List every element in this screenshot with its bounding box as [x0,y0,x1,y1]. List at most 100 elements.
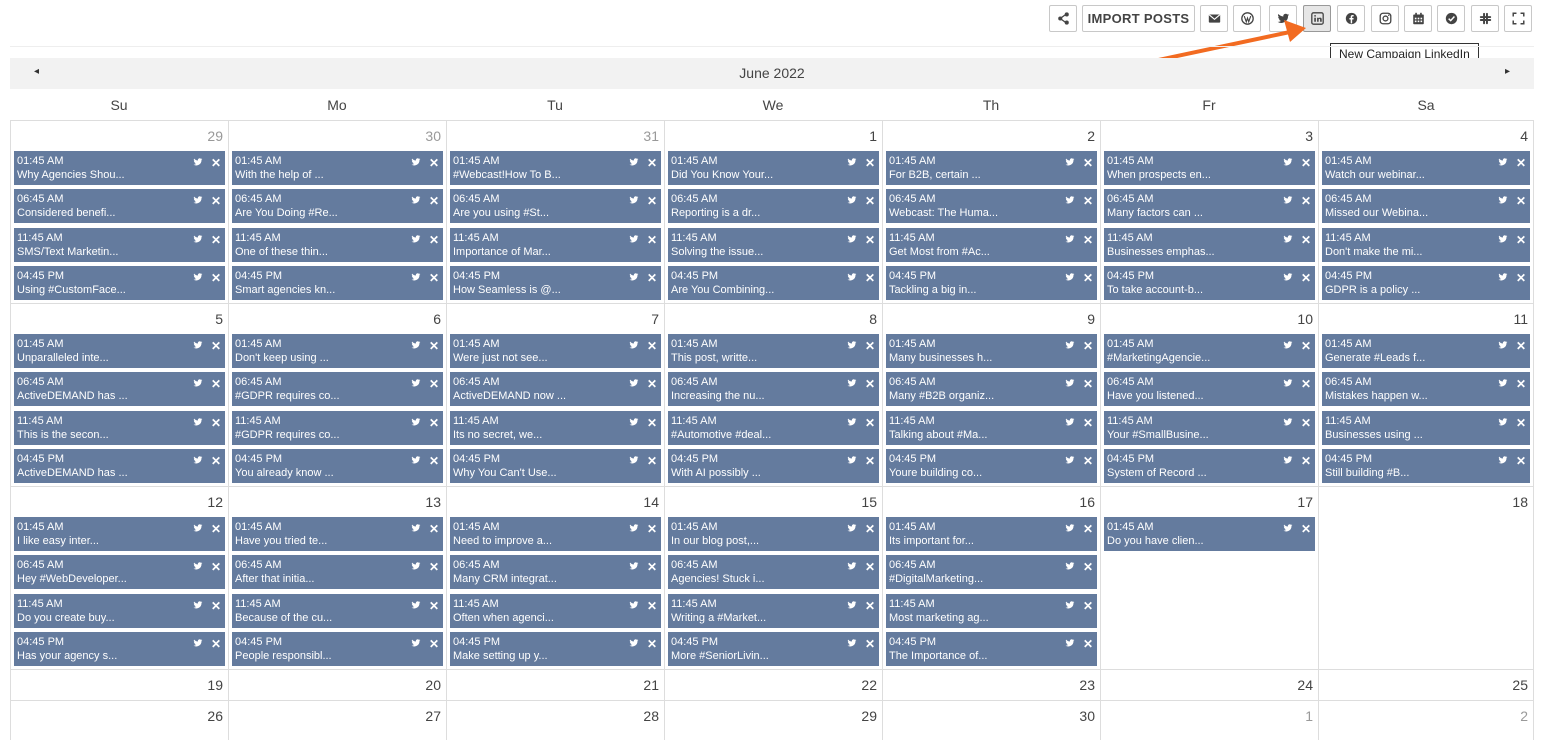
close-icon[interactable]: ✕ [211,600,221,612]
close-icon[interactable]: ✕ [1516,340,1526,352]
scheduled-post[interactable]: 04:45 PM Make setting up y... ✕ [450,631,661,666]
scheduled-post[interactable]: 04:45 PM Why You Can't Use... ✕ [450,448,661,483]
close-icon[interactable]: ✕ [1083,600,1093,612]
close-icon[interactable]: ✕ [1516,195,1526,207]
scheduled-post[interactable]: 01:45 AM Don't keep using ... ✕ [232,334,443,368]
close-icon[interactable]: ✕ [1516,455,1526,467]
scheduled-post[interactable]: 04:45 PM Has your agency s... ✕ [14,631,225,666]
scheduled-post[interactable]: 01:45 AM Need to improve a... ✕ [450,517,661,551]
day-cell[interactable]: 8 01:45 AM This post, writte... ✕ 06:45 AM In… [664,303,882,486]
day-cell[interactable]: 28 [446,700,664,740]
close-icon[interactable]: ✕ [1083,234,1093,246]
day-cell[interactable]: 23 [882,669,1100,700]
day-cell[interactable]: 20 [228,669,446,700]
scheduled-post[interactable]: 06:45 AM Agencies! Stuck i... ✕ [668,555,879,590]
scheduled-post[interactable]: 04:45 PM Tackling a big in... ✕ [886,265,1097,300]
scheduled-post[interactable]: 04:45 PM Smart agencies kn... ✕ [232,265,443,300]
close-icon[interactable]: ✕ [429,234,439,246]
scheduled-post[interactable]: 04:45 PM With AI possibly ... ✕ [668,448,879,483]
day-cell[interactable]: 29 [664,700,882,740]
share-button[interactable] [1049,5,1077,32]
day-cell[interactable]: 29 01:45 AM Why Agencies Shou... ✕ 06:45 AM C… [10,120,228,303]
scheduled-post[interactable]: 01:45 AM When prospects en... ✕ [1104,151,1315,185]
scheduled-post[interactable]: 01:45 AM Unparalleled inte... ✕ [14,334,225,368]
fullscreen-button[interactable] [1504,5,1532,32]
scheduled-post[interactable]: 01:45 AM With the help of ... ✕ [232,151,443,185]
close-icon[interactable]: ✕ [1083,340,1093,352]
scheduled-post[interactable]: 11:45 AM SMS/Text Marketin... ✕ [14,227,225,262]
scheduled-post[interactable]: 04:45 PM Youre building co... ✕ [886,448,1097,483]
scheduled-post[interactable]: 06:45 AM Hey #WebDeveloper... ✕ [14,555,225,590]
scheduled-post[interactable]: 06:45 AM #GDPR requires co... ✕ [232,372,443,407]
close-icon[interactable]: ✕ [1083,157,1093,169]
scheduled-post[interactable]: 06:45 AM ActiveDEMAND has ... ✕ [14,372,225,407]
check-button[interactable] [1437,5,1465,32]
close-icon[interactable]: ✕ [211,638,221,650]
scheduled-post[interactable]: 01:45 AM For B2B, certain ... ✕ [886,151,1097,185]
close-icon[interactable]: ✕ [1083,523,1093,535]
day-cell[interactable]: 7 01:45 AM Were just not see... ✕ 06:45 AM Ac… [446,303,664,486]
scheduled-post[interactable]: 01:45 AM Its important for... ✕ [886,517,1097,551]
scheduled-post[interactable]: 11:45 AM Businesses emphas... ✕ [1104,227,1315,262]
close-icon[interactable]: ✕ [429,561,439,573]
scheduled-post[interactable]: 11:45 AM One of these thin... ✕ [232,227,443,262]
close-icon[interactable]: ✕ [1516,157,1526,169]
day-cell[interactable]: 18 [1318,486,1534,669]
close-icon[interactable]: ✕ [211,561,221,573]
scheduled-post[interactable]: 01:45 AM This post, writte... ✕ [668,334,879,368]
close-icon[interactable]: ✕ [211,272,221,284]
scheduled-post[interactable]: 11:45 AM #GDPR requires co... ✕ [232,410,443,445]
day-cell[interactable]: 13 01:45 AM Have you tried te... ✕ 06:45 AM A… [228,486,446,669]
day-cell[interactable]: 3 01:45 AM When prospects en... ✕ 06:45 AM Ma… [1100,120,1318,303]
day-cell[interactable]: 24 [1100,669,1318,700]
scheduled-post[interactable]: 06:45 AM Mistakes happen w... ✕ [1322,372,1530,407]
day-cell[interactable]: 1 [1100,700,1318,740]
close-icon[interactable]: ✕ [1083,417,1093,429]
day-cell[interactable]: 21 [446,669,664,700]
close-icon[interactable]: ✕ [865,638,875,650]
close-icon[interactable]: ✕ [865,272,875,284]
scheduled-post[interactable]: 04:45 PM Are You Combining... ✕ [668,265,879,300]
day-cell[interactable]: 19 [10,669,228,700]
close-icon[interactable]: ✕ [211,234,221,246]
close-icon[interactable]: ✕ [1516,234,1526,246]
close-icon[interactable]: ✕ [647,195,657,207]
scheduled-post[interactable]: 04:45 PM How Seamless is @... ✕ [450,265,661,300]
scheduled-post[interactable]: 06:45 AM Increasing the nu... ✕ [668,372,879,407]
day-cell[interactable]: 10 01:45 AM #MarketingAgencie... ✕ 06:45 AM H… [1100,303,1318,486]
scheduled-post[interactable]: 01:45 AM #MarketingAgencie... ✕ [1104,334,1315,368]
scheduled-post[interactable]: 04:45 PM Still building #B... ✕ [1322,448,1530,483]
close-icon[interactable]: ✕ [1083,272,1093,284]
day-cell[interactable]: 1 01:45 AM Did You Know Your... ✕ 06:45 AM Re… [664,120,882,303]
close-icon[interactable]: ✕ [865,561,875,573]
day-cell[interactable]: 30 [882,700,1100,740]
scheduled-post[interactable]: 04:45 PM System of Record ... ✕ [1104,448,1315,483]
close-icon[interactable]: ✕ [1083,455,1093,467]
scheduled-post[interactable]: 01:45 AM Were just not see... ✕ [450,334,661,368]
close-icon[interactable]: ✕ [1083,378,1093,390]
scheduled-post[interactable]: 01:45 AM I like easy inter... ✕ [14,517,225,551]
close-icon[interactable]: ✕ [211,378,221,390]
close-icon[interactable]: ✕ [865,340,875,352]
close-icon[interactable]: ✕ [1301,234,1311,246]
wordpress-button[interactable] [1233,5,1261,32]
close-icon[interactable]: ✕ [647,234,657,246]
linkedin-button[interactable] [1303,5,1331,32]
close-icon[interactable]: ✕ [865,455,875,467]
close-icon[interactable]: ✕ [211,417,221,429]
scheduled-post[interactable]: 06:45 AM Webcast: The Huma... ✕ [886,189,1097,224]
close-icon[interactable]: ✕ [1301,157,1311,169]
close-icon[interactable]: ✕ [647,340,657,352]
day-cell[interactable]: 16 01:45 AM Its important for... ✕ 06:45 AM #… [882,486,1100,669]
close-icon[interactable]: ✕ [647,638,657,650]
close-icon[interactable]: ✕ [211,340,221,352]
close-icon[interactable]: ✕ [211,157,221,169]
close-icon[interactable]: ✕ [1301,272,1311,284]
scheduled-post[interactable]: 06:45 AM Missed our Webina... ✕ [1322,189,1530,224]
close-icon[interactable]: ✕ [429,600,439,612]
close-icon[interactable]: ✕ [647,272,657,284]
close-icon[interactable]: ✕ [1301,417,1311,429]
slack-button[interactable] [1471,5,1499,32]
scheduled-post[interactable]: 11:45 AM Importance of Mar... ✕ [450,227,661,262]
scheduled-post[interactable]: 06:45 AM ActiveDEMAND now ... ✕ [450,372,661,407]
